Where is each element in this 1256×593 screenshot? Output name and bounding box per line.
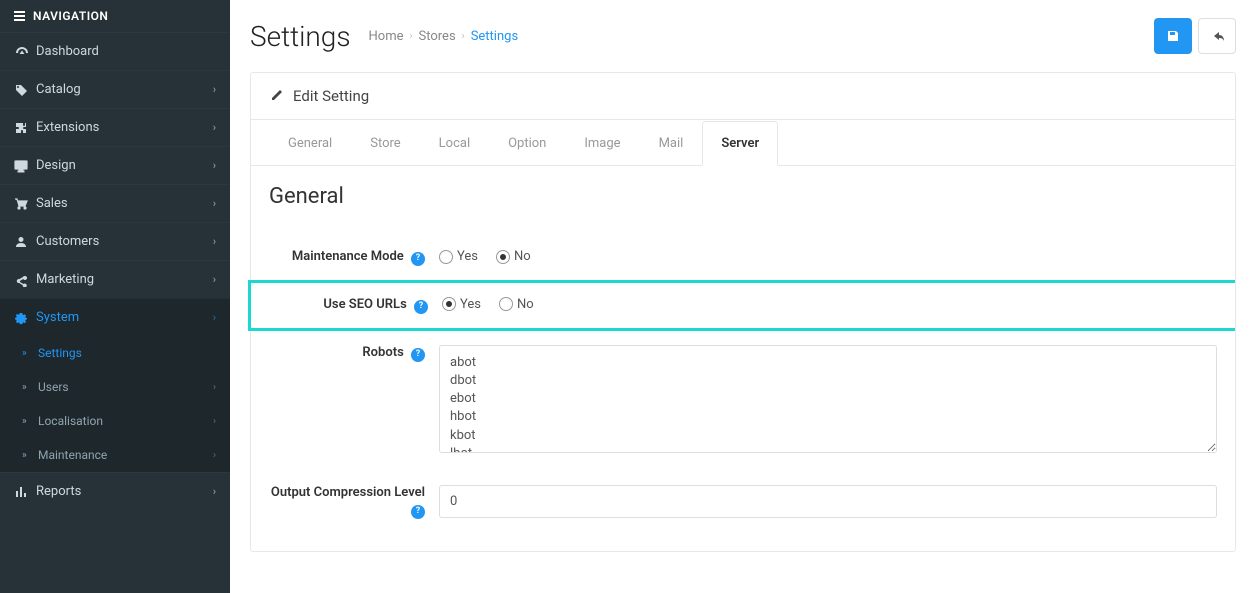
crumb-home[interactable]: Home bbox=[369, 29, 404, 44]
sidebar-subitem-users[interactable]: »Users› bbox=[0, 370, 230, 404]
chevron-right-icon: › bbox=[213, 159, 216, 172]
tab-image[interactable]: Image bbox=[565, 121, 639, 166]
sidebar-item-reports[interactable]: Reports› bbox=[0, 472, 230, 510]
barchart-icon bbox=[14, 485, 36, 499]
sidebar-item-label: Extensions bbox=[36, 120, 213, 135]
chevron-right-icon: › bbox=[213, 485, 216, 498]
help-icon[interactable]: ? bbox=[411, 252, 425, 266]
sidebar-subitem-localisation[interactable]: »Localisation› bbox=[0, 404, 230, 438]
sidebar-subitem-label: Users bbox=[38, 380, 213, 394]
sidebar-item-catalog[interactable]: Catalog› bbox=[0, 70, 230, 108]
pencil-icon bbox=[269, 89, 283, 103]
robots-label: Robots bbox=[362, 345, 403, 360]
sidebar-subitem-label: Settings bbox=[38, 346, 216, 360]
seo-urls-no[interactable]: No bbox=[499, 297, 534, 312]
sidebar-item-system[interactable]: System› bbox=[0, 298, 230, 336]
sidebar-item-dashboard[interactable]: Dashboard bbox=[0, 32, 230, 70]
crumb-stores[interactable]: Stores bbox=[419, 29, 456, 44]
chevron-right-icon: › bbox=[213, 83, 216, 96]
tab-option[interactable]: Option bbox=[489, 121, 565, 166]
sidebar-item-label: Catalog bbox=[36, 82, 213, 97]
nav-title: NAVIGATION bbox=[33, 9, 108, 23]
help-icon[interactable]: ? bbox=[411, 348, 425, 362]
sidebar-subitem-label: Localisation bbox=[38, 414, 213, 428]
seo-urls-label: Use SEO URLs bbox=[323, 297, 406, 312]
sidebar-subitem-maintenance[interactable]: »Maintenance› bbox=[0, 438, 230, 472]
menu-icon bbox=[14, 11, 25, 21]
sidebar-item-label: Reports bbox=[36, 484, 213, 499]
panel-heading: Edit Setting bbox=[251, 73, 1235, 120]
save-icon bbox=[1166, 29, 1180, 43]
maintenance-mode-label: Maintenance Mode bbox=[292, 249, 404, 264]
page-title: Settings bbox=[250, 20, 351, 53]
sidebar-item-extensions[interactable]: Extensions› bbox=[0, 108, 230, 146]
sidebar-item-sales[interactable]: Sales› bbox=[0, 184, 230, 222]
radio-label: No bbox=[517, 297, 534, 312]
sidebar-item-label: Customers bbox=[36, 234, 213, 249]
chevron-right-icon: » bbox=[22, 416, 38, 427]
tab-local[interactable]: Local bbox=[420, 121, 489, 166]
cog-icon bbox=[14, 311, 36, 325]
chevron-right-icon: › bbox=[213, 121, 216, 134]
chevron-right-icon: › bbox=[213, 273, 216, 286]
sidebar-item-design[interactable]: Design› bbox=[0, 146, 230, 184]
robots-textarea[interactable] bbox=[439, 345, 1217, 453]
tab-mail[interactable]: Mail bbox=[640, 121, 703, 166]
crumb-settings[interactable]: Settings bbox=[471, 29, 518, 44]
chevron-right-icon: › bbox=[213, 382, 216, 393]
radio-label: No bbox=[514, 249, 531, 264]
chevron-right-icon: » bbox=[22, 348, 38, 359]
sidebar-item-label: Design bbox=[36, 158, 213, 173]
cart-icon bbox=[14, 197, 36, 211]
sidebar-item-marketing[interactable]: Marketing› bbox=[0, 260, 230, 298]
chevron-right-icon: › bbox=[213, 416, 216, 427]
puzzle-icon bbox=[14, 121, 36, 135]
help-icon[interactable]: ? bbox=[411, 505, 425, 519]
breadcrumb: Home › Stores › Settings bbox=[369, 29, 519, 44]
desktop-icon bbox=[14, 159, 36, 173]
chevron-right-icon: » bbox=[22, 382, 38, 393]
radio-label: Yes bbox=[457, 249, 478, 264]
nav-header: NAVIGATION bbox=[0, 0, 230, 32]
help-icon[interactable]: ? bbox=[414, 300, 428, 314]
panel-title: Edit Setting bbox=[293, 87, 369, 105]
sidebar-item-label: System bbox=[36, 310, 213, 325]
seo-urls-yes[interactable]: Yes bbox=[442, 297, 481, 312]
output-compression-label: Output Compression Level bbox=[271, 485, 425, 500]
chevron-right-icon: » bbox=[22, 450, 38, 461]
tags-icon bbox=[14, 83, 36, 97]
radio-label: Yes bbox=[460, 297, 481, 312]
sidebar-item-label: Dashboard bbox=[36, 44, 216, 59]
chevron-right-icon: › bbox=[213, 450, 216, 461]
tab-general[interactable]: General bbox=[269, 121, 351, 166]
maintenance-mode-yes[interactable]: Yes bbox=[439, 249, 478, 264]
maintenance-mode-no[interactable]: No bbox=[496, 249, 531, 264]
chevron-right-icon: › bbox=[410, 31, 413, 42]
save-button[interactable] bbox=[1154, 18, 1192, 54]
back-icon bbox=[1210, 29, 1224, 43]
sidebar-item-label: Sales bbox=[36, 196, 213, 211]
section-heading: General bbox=[269, 184, 1217, 209]
sidebar-item-customers[interactable]: Customers› bbox=[0, 222, 230, 260]
chevron-right-icon: › bbox=[213, 235, 216, 248]
chevron-right-icon: › bbox=[213, 197, 216, 210]
tab-server[interactable]: Server bbox=[702, 121, 778, 166]
tab-store[interactable]: Store bbox=[351, 121, 419, 166]
sidebar-subitem-settings[interactable]: »Settings bbox=[0, 336, 230, 370]
sidebar-subitem-label: Maintenance bbox=[38, 448, 213, 462]
chevron-right-icon: › bbox=[213, 311, 216, 324]
chevron-right-icon: › bbox=[462, 31, 465, 42]
sidebar-item-label: Marketing bbox=[36, 272, 213, 287]
tachometer-icon bbox=[14, 45, 36, 59]
back-button[interactable] bbox=[1198, 18, 1236, 54]
output-compression-input[interactable] bbox=[439, 485, 1217, 518]
share-icon bbox=[14, 273, 36, 287]
user-icon bbox=[14, 235, 36, 249]
